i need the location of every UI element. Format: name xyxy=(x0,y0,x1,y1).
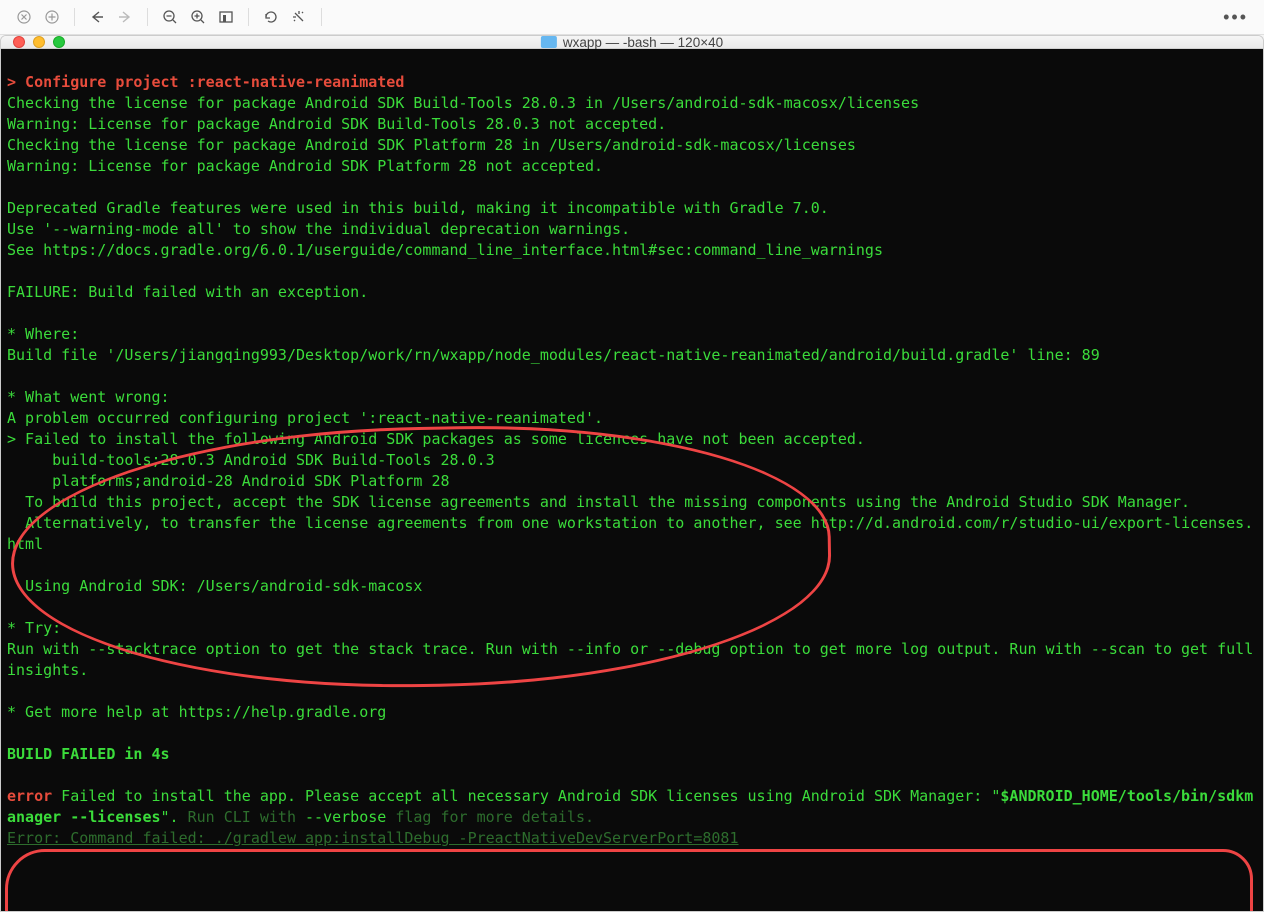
back-icon[interactable] xyxy=(83,3,111,31)
error-label: error xyxy=(7,787,52,805)
verbose-flag: --verbose xyxy=(305,808,386,826)
annotation-circle-2 xyxy=(5,849,1253,912)
dim-text: flag for more details. xyxy=(386,808,594,826)
output-line: Run with --stacktrace option to get the … xyxy=(7,640,1262,679)
more-icon[interactable]: ••• xyxy=(1223,7,1254,28)
forward-icon[interactable] xyxy=(111,3,139,31)
output-line: Deprecated Gradle features were used in … xyxy=(7,199,829,217)
configure-line: > Configure project :react-native-reanim… xyxy=(7,73,404,91)
titlebar: wxapp — -bash — 120×40 xyxy=(1,36,1263,49)
minimize-window-icon[interactable] xyxy=(33,36,45,48)
zoom-out-icon[interactable] xyxy=(156,3,184,31)
build-failed-line: BUILD FAILED in 4s xyxy=(7,745,170,763)
output-line: Using Android SDK: /Users/android-sdk-ma… xyxy=(7,577,422,595)
traffic-lights xyxy=(1,36,65,48)
zoom-in-icon[interactable] xyxy=(184,3,212,31)
fit-icon[interactable] xyxy=(212,3,240,31)
output-line: platforms;android-28 Android SDK Platfor… xyxy=(7,472,450,490)
output-line: * Where: xyxy=(7,325,79,343)
output-line: Use '--warning-mode all' to show the ind… xyxy=(7,220,630,238)
output-line: See https://docs.gradle.org/6.0.1/usergu… xyxy=(7,241,883,259)
dim-text: Run CLI with xyxy=(179,808,305,826)
close-window-icon[interactable] xyxy=(13,36,25,48)
toolbar-separator xyxy=(147,8,148,26)
output-line: * Get more help at https://help.gradle.o… xyxy=(7,703,386,721)
output-line: Warning: License for package Android SDK… xyxy=(7,115,666,133)
output-line: A problem occurred configuring project '… xyxy=(7,409,603,427)
window-title: wxapp — -bash — 120×40 xyxy=(541,35,723,50)
output-line: * What went wrong: xyxy=(7,388,170,406)
output-line: To build this project, accept the SDK li… xyxy=(7,493,1190,511)
window-title-text: wxapp — -bash — 120×40 xyxy=(563,35,723,50)
output-line: > Failed to install the following Androi… xyxy=(7,430,865,448)
error-text: Failed to install the app. Please accept… xyxy=(52,787,1000,805)
toolbar-separator xyxy=(321,8,322,26)
output-line: FAILURE: Build failed with an exception. xyxy=(7,283,368,301)
output-line: * Try: xyxy=(7,619,61,637)
error-text: ". xyxy=(161,808,179,826)
close-tab-icon[interactable] xyxy=(10,3,38,31)
maximize-window-icon[interactable] xyxy=(53,36,65,48)
output-line: Build file '/Users/jiangqing993/Desktop/… xyxy=(7,346,1100,364)
output-line: Checking the license for package Android… xyxy=(7,136,856,154)
app-toolbar: ••• xyxy=(0,0,1264,35)
output-line: Alternatively, to transfer the license a… xyxy=(7,514,1253,553)
new-tab-icon[interactable] xyxy=(38,3,66,31)
folder-icon xyxy=(541,36,557,48)
toolbar-separator xyxy=(248,8,249,26)
terminal-window: wxapp — -bash — 120×40 > Configure proje… xyxy=(0,35,1264,912)
output-line: Warning: License for package Android SDK… xyxy=(7,157,603,175)
output-line: Checking the license for package Android… xyxy=(7,94,919,112)
rotate-icon[interactable] xyxy=(257,3,285,31)
sparkle-icon[interactable] xyxy=(285,3,313,31)
toolbar-separator xyxy=(74,8,75,26)
output-line: build-tools;28.0.3 Android SDK Build-Too… xyxy=(7,451,495,469)
terminal-body[interactable]: > Configure project :react-native-reanim… xyxy=(1,49,1263,912)
dim-error-line: Error: Command failed: ./gradlew app:ins… xyxy=(7,829,739,847)
